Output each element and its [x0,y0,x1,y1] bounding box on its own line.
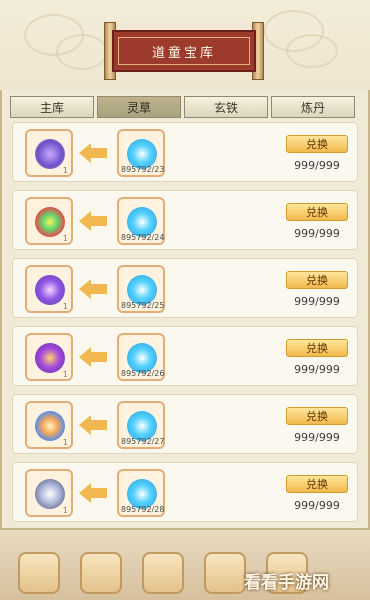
exchange-button[interactable]: 兑换 [286,407,348,425]
cost-count: 895792/26 [121,369,165,378]
title-banner: 道童宝库 [104,22,264,80]
reward-slot[interactable]: 1 [25,469,73,517]
rainbow-fruit-icon [35,207,65,237]
list-item: 1 895792/28 兑换 999/999 [12,462,358,522]
reward-quantity: 1 [62,506,68,515]
violet-crystal-icon [35,139,65,169]
arrow-left-icon [79,415,107,435]
exchange-limit: 999/999 [294,431,340,444]
reward-quantity: 1 [62,234,68,243]
cost-slot[interactable]: 895792/24 [117,197,165,245]
exchange-button[interactable]: 兑换 [286,135,348,153]
nav-skill-icon[interactable] [142,552,184,594]
moon-orb-icon [35,479,65,509]
category-tabs: 主库 灵草 玄铁 炼丹 [10,96,360,118]
list-item: 1 895792/27 兑换 999/999 [12,394,358,454]
cost-count: 895792/23 [121,165,165,174]
nav-character-icon[interactable] [18,552,60,594]
cost-slot[interactable]: 895792/25 [117,265,165,313]
tab-main-treasury[interactable]: 主库 [10,96,94,118]
exchange-limit: 999/999 [294,227,340,240]
game-screen: 道童宝库 主库 灵草 玄铁 炼丹 1 895792/23 兑换 999/999 … [0,0,370,600]
exchange-limit: 999/999 [294,295,340,308]
exchange-limit: 999/999 [294,363,340,376]
tab-spirit-herbs[interactable]: 灵草 [97,96,181,118]
exchange-button[interactable]: 兑换 [286,475,348,493]
cost-count: 895792/27 [121,437,165,446]
exchange-limit: 999/999 [294,499,340,512]
tab-black-iron[interactable]: 玄铁 [184,96,268,118]
cost-count: 895792/25 [121,301,165,310]
list-item: 1 895792/26 兑换 999/999 [12,326,358,386]
list-item: 1 895792/24 兑换 999/999 [12,190,358,250]
reward-quantity: 1 [62,438,68,447]
page-title: 道童宝库 [151,45,216,61]
arrow-left-icon [79,483,107,503]
cloud-swirl [286,34,338,68]
twin-orb-icon [35,411,65,441]
arrow-left-icon [79,279,107,299]
reward-quantity: 1 [62,370,68,379]
cloud-swirl [56,34,108,70]
reward-quantity: 1 [62,166,68,175]
reward-slot[interactable]: 1 [25,129,73,177]
arrow-left-icon [79,143,107,163]
reward-slot[interactable]: 1 [25,197,73,245]
bottom-nav: 看看手游网 [0,530,370,600]
cost-count: 895792/24 [121,233,165,242]
list-item: 1 895792/23 兑换 999/999 [12,122,358,182]
arrow-left-icon [79,211,107,231]
nav-bag-icon[interactable] [80,552,122,594]
exchange-list: 1 895792/23 兑换 999/999 1 895792/24 兑换 99… [12,122,358,532]
nav-map-icon[interactable] [204,552,246,594]
cost-slot[interactable]: 895792/26 [117,333,165,381]
arrow-left-icon [79,347,107,367]
watermark-logo: 看看手游网 [244,573,329,593]
flame-orb-icon [35,343,65,373]
cost-slot[interactable]: 895792/23 [117,129,165,177]
list-item: 1 895792/25 兑换 999/999 [12,258,358,318]
reward-slot[interactable]: 1 [25,401,73,449]
reward-slot[interactable]: 1 [25,265,73,313]
reward-slot[interactable]: 1 [25,333,73,381]
cost-count: 895792/28 [121,505,165,514]
cost-slot[interactable]: 895792/27 [117,401,165,449]
exchange-button[interactable]: 兑换 [286,271,348,289]
tab-alchemy[interactable]: 炼丹 [271,96,355,118]
exchange-limit: 999/999 [294,159,340,172]
exchange-button[interactable]: 兑换 [286,339,348,357]
cost-slot[interactable]: 895792/28 [117,469,165,517]
exchange-button[interactable]: 兑换 [286,203,348,221]
reward-quantity: 1 [62,302,68,311]
purple-mist-icon [35,275,65,305]
